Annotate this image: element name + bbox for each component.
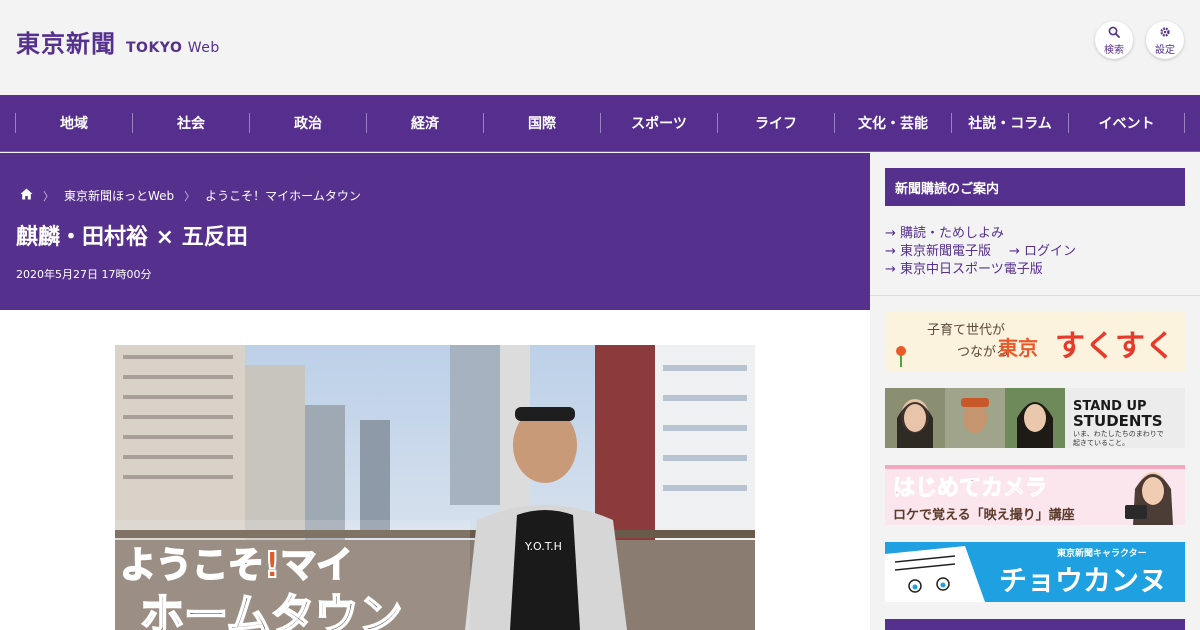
article-date: 2020年5月27日 17時00分: [16, 268, 152, 281]
breadcrumb: 〉 東京新聞ほっとWeb 〉 ようこそ！マイホームタウン: [20, 187, 361, 204]
article-header: 〉 東京新聞ほっとWeb 〉 ようこそ！マイホームタウン 麒麟・田村裕 × 五反…: [0, 153, 870, 310]
nav-item-society[interactable]: 社会: [132, 113, 249, 133]
overlay-line2: ホームタウン: [140, 590, 403, 630]
settings-button[interactable]: 設定: [1146, 21, 1184, 59]
article-photo: Y.O.T.H ようこそ!マイ ホームタウン: [115, 345, 755, 630]
search-label: 検索: [1104, 44, 1124, 56]
nav-item-events[interactable]: イベント: [1068, 113, 1185, 133]
banner-standup-students[interactable]: STAND UP STUDENTS いま、わたしたちのまわりで 起きていること。: [885, 388, 1185, 448]
link-chunichi-sports[interactable]: → 東京中日スポーツ電子版: [885, 262, 1043, 277]
flower-icon: [896, 346, 906, 356]
nav-item-life[interactable]: ライフ: [717, 113, 834, 133]
breadcrumb-link-myhometown[interactable]: ようこそ！マイホームタウン: [205, 187, 361, 204]
sidebar-title: 新聞購読のご案内: [885, 168, 1185, 206]
nav-item-international[interactable]: 国際: [483, 113, 600, 133]
chokannu-line1: 東京新聞キャラクター: [1057, 547, 1147, 559]
banner-next-partial[interactable]: [885, 619, 1185, 630]
sukusuku-d: すくすく: [1055, 329, 1175, 364]
site-header: 東京新聞 TOKYO Web 検索 設定: [0, 0, 1200, 95]
standup-line4: 起きていること。: [1073, 439, 1129, 447]
banner-chokannu[interactable]: 東京新聞キャラクター チョウカンヌ: [885, 542, 1185, 602]
article-body: Y.O.T.H ようこそ!マイ ホームタウン: [0, 310, 870, 630]
article-photo-scene: Y.O.T.H ようこそ!マイ ホームタウン: [115, 345, 755, 630]
standup-line3: いま、わたしたちのまわりで: [1073, 430, 1164, 438]
link-digital-edition[interactable]: → 東京新聞電子版: [885, 243, 991, 261]
nav-item-editorial[interactable]: 社説・コラム: [951, 113, 1068, 133]
gear-icon: [1159, 25, 1171, 39]
sidebar: 新聞購読のご案内 → 購読・ためしよみ → 東京新聞電子版 → ログイン → 東…: [870, 153, 1200, 630]
nav-item-economy[interactable]: 経済: [366, 113, 483, 133]
nav-item-region[interactable]: 地域: [15, 113, 132, 133]
sukusuku-c: 東京: [998, 336, 1038, 360]
search-icon: [1108, 25, 1120, 39]
link-login[interactable]: → ログイン: [1009, 243, 1076, 261]
sidebar-divider: [870, 295, 1200, 296]
breadcrumb-separator-icon: 〉: [43, 189, 54, 203]
breadcrumb-separator-icon: 〉: [184, 189, 196, 203]
breadcrumb-link-hotweb[interactable]: 東京新聞ほっとWeb: [64, 187, 174, 204]
camera-line2: ロケで覚える「映え撮り」講座: [893, 507, 1075, 523]
site-logo[interactable]: 東京新聞 TOKYO Web: [16, 24, 220, 59]
settings-label: 設定: [1155, 44, 1175, 56]
link-subscribe-trial[interactable]: → 購読・ためしよみ: [885, 226, 1004, 241]
subscription-links: → 購読・ためしよみ → 東京新聞電子版 → ログイン → 東京中日スポーツ電子…: [885, 225, 1076, 279]
nav-item-politics[interactable]: 政治: [249, 113, 366, 133]
logo-en-light: Web: [187, 40, 220, 56]
banner-hajimete-camera[interactable]: はじめてカメラ ロケで覚える「映え撮り」講座: [885, 465, 1185, 525]
camera-icon: [1125, 505, 1147, 519]
nav-item-sports[interactable]: スポーツ: [600, 113, 717, 133]
home-icon[interactable]: [20, 188, 33, 203]
sukusuku-a: 子育て世代が: [927, 322, 1005, 338]
chokannu-line2: チョウカンヌ: [999, 564, 1167, 597]
main-nav: 地域 社会 政治 経済 国際 スポーツ ライフ 文化・芸能 社説・コラム イベン…: [0, 95, 1200, 152]
logo-en-bold: TOKYO: [126, 40, 183, 56]
camera-line1: はじめてカメラ: [893, 476, 1047, 501]
logo-jp: 東京新聞: [16, 29, 116, 58]
page-title: 麒麟・田村裕 × 五反田: [16, 225, 248, 250]
banner-sukusuku[interactable]: 子育て世代が つながる 東京 すくすく: [885, 311, 1185, 371]
search-button[interactable]: 検索: [1095, 21, 1133, 59]
standup-line2: STUDENTS: [1073, 412, 1163, 430]
overlay-line1: ようこそ!マイ: [120, 545, 352, 586]
shirt-text: Y.O.T.H: [524, 540, 562, 553]
nav-item-culture[interactable]: 文化・芸能: [834, 113, 951, 133]
logo-en: TOKYO Web: [126, 40, 220, 56]
